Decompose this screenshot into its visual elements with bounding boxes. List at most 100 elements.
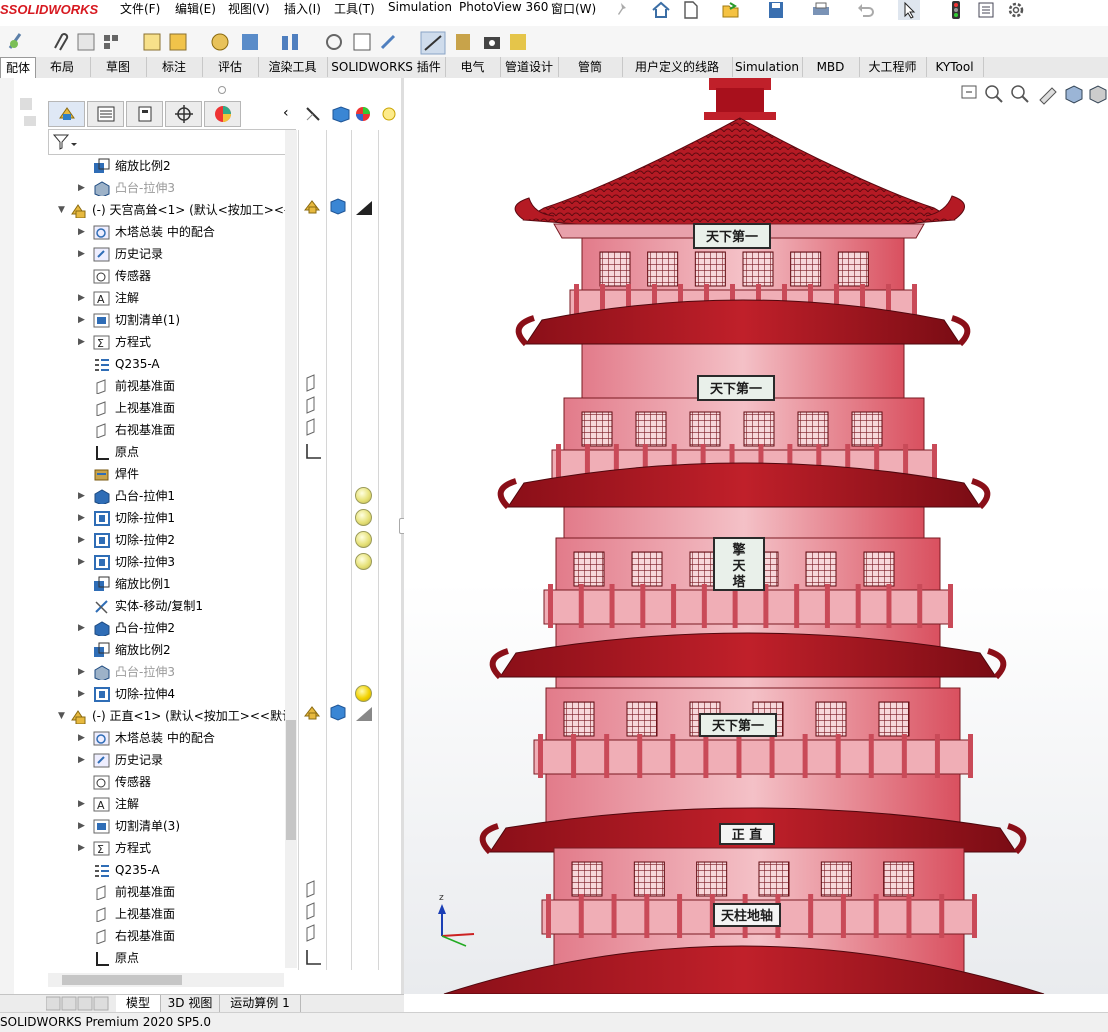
insert-component-icon[interactable] bbox=[242, 34, 258, 50]
view-orientation-icon[interactable] bbox=[1065, 85, 1083, 104]
select-cursor-icon[interactable] bbox=[898, 0, 920, 20]
appearance-bulb-icon[interactable] bbox=[355, 531, 372, 548]
tree-item[interactable]: 焊件 bbox=[48, 463, 284, 485]
scene-icon[interactable] bbox=[382, 107, 396, 121]
tree-item[interactable]: ▶ Σ 方程式 bbox=[48, 331, 284, 353]
expand-arrow-icon[interactable]: ▶ bbox=[78, 749, 85, 771]
pin-icon[interactable] bbox=[612, 0, 634, 20]
scrollbar-thumb[interactable] bbox=[62, 975, 182, 985]
appearance-triangle-icon[interactable] bbox=[356, 707, 372, 721]
expand-arrow-icon[interactable]: ▶ bbox=[78, 661, 85, 683]
tree-item[interactable]: ▶ 历史记录 bbox=[48, 749, 284, 771]
menu-item-0[interactable]: 文件(F) bbox=[120, 0, 160, 17]
tree-item[interactable]: ▶ 切除-拉伸4 bbox=[48, 683, 284, 705]
appearance-bulb-icon[interactable] bbox=[355, 685, 372, 702]
traffic-light-icon[interactable] bbox=[945, 0, 967, 20]
tree-item[interactable]: ▶ 切除-拉伸3 bbox=[48, 551, 284, 573]
tree-item[interactable]: 前视基准面 bbox=[48, 375, 284, 397]
tree-item[interactable]: ▶ A 注解 bbox=[48, 793, 284, 815]
tree-item[interactable]: 缩放比例2 bbox=[48, 155, 284, 177]
display-manager-tab[interactable] bbox=[204, 101, 241, 127]
expand-arrow-icon[interactable]: ▶ bbox=[78, 815, 85, 837]
dimxpert-tab[interactable] bbox=[165, 101, 202, 127]
tree-item[interactable]: 原点 bbox=[48, 947, 284, 969]
expand-arrow-icon[interactable]: ▶ bbox=[78, 309, 85, 331]
expand-arrow-icon[interactable]: ▶ bbox=[78, 177, 85, 199]
expand-arrow-icon[interactable]: ▶ bbox=[78, 331, 85, 353]
display-mode-icon[interactable] bbox=[332, 106, 350, 123]
tab-6[interactable]: SOLIDWORKS 插件 bbox=[327, 57, 446, 77]
tab-0[interactable]: 配体 bbox=[0, 57, 36, 78]
menu-item-3[interactable]: 插入(I) bbox=[284, 0, 321, 17]
print-icon[interactable] bbox=[810, 0, 832, 20]
save-icon[interactable] bbox=[765, 0, 787, 20]
expand-arrow-icon[interactable]: ▶ bbox=[78, 243, 85, 265]
menu-item-2[interactable]: 视图(V) bbox=[228, 0, 270, 17]
tab-1[interactable]: 布局 bbox=[34, 57, 91, 77]
display-style-icon[interactable] bbox=[1089, 85, 1107, 104]
expand-arrow-icon[interactable]: ▶ bbox=[78, 221, 85, 243]
tree-item[interactable]: ▶ 木塔总装 中的配合 bbox=[48, 727, 284, 749]
tree-item[interactable]: ▶ 凸台-拉伸2 bbox=[48, 617, 284, 639]
menu-item-5[interactable]: Simulation bbox=[388, 0, 452, 14]
collapse-arrow-icon[interactable]: ▼ bbox=[58, 705, 65, 727]
tab-12[interactable]: MBD bbox=[802, 57, 860, 77]
tab-8[interactable]: 管道设计 bbox=[500, 57, 559, 77]
expand-arrow-icon[interactable]: ▶ bbox=[78, 793, 85, 815]
tab-scroll-arrows[interactable] bbox=[46, 995, 116, 1012]
previous-view-icon[interactable] bbox=[1011, 85, 1029, 103]
properties-icon[interactable] bbox=[143, 33, 161, 51]
tree-item[interactable]: Q235-A bbox=[48, 353, 284, 375]
appearance-triangle-icon[interactable] bbox=[356, 201, 372, 215]
menu-item-1[interactable]: 编辑(E) bbox=[175, 0, 216, 17]
expand-arrow-icon[interactable]: ▶ bbox=[78, 485, 85, 507]
solidworks-logo[interactable]: SSOLIDWORKS bbox=[0, 2, 98, 17]
expand-arrow-icon[interactable]: ▶ bbox=[78, 617, 85, 639]
bottom-tab-0[interactable]: 模型 bbox=[116, 995, 161, 1012]
expand-arrow-icon[interactable]: ▶ bbox=[78, 287, 85, 309]
table-icon[interactable] bbox=[77, 33, 95, 51]
tree-item[interactable]: ▶ 切除-拉伸2 bbox=[48, 529, 284, 551]
tree-item[interactable]: 传感器 bbox=[48, 771, 284, 793]
configuration-manager-tab[interactable] bbox=[126, 101, 163, 127]
horizontal-scrollbar[interactable] bbox=[48, 973, 284, 987]
tab-4[interactable]: 评估 bbox=[202, 57, 259, 77]
explode-icon[interactable] bbox=[326, 34, 342, 50]
tree-item[interactable]: ▶ 木塔总装 中的配合 bbox=[48, 221, 284, 243]
measure-icon[interactable] bbox=[420, 31, 446, 55]
tab-9[interactable]: 管筒 bbox=[558, 57, 623, 77]
appearance-bulb-icon[interactable] bbox=[355, 487, 372, 504]
move-component-icon[interactable] bbox=[380, 34, 396, 50]
display-mode-icon[interactable] bbox=[330, 198, 346, 215]
tree-part-node[interactable]: ▼ (-) 天宫高耸<1> (默认<按加工><- bbox=[48, 199, 288, 221]
view-triad[interactable]: z bbox=[438, 893, 475, 947]
bottom-tab-1[interactable]: 3D 视图 bbox=[161, 995, 220, 1012]
appearance-bulb-icon[interactable] bbox=[355, 509, 372, 526]
bom-icon[interactable] bbox=[353, 33, 371, 51]
expand-arrow-icon[interactable]: ▶ bbox=[78, 507, 85, 529]
tree-item[interactable]: 缩放比例1 bbox=[48, 573, 284, 595]
zoom-to-fit-icon[interactable] bbox=[961, 85, 977, 99]
tree-item[interactable]: ▶ Σ 方程式 bbox=[48, 837, 284, 859]
panel-grip-icon[interactable] bbox=[218, 86, 226, 94]
tree-filter-box[interactable] bbox=[48, 129, 296, 155]
tree-item[interactable]: ▶ 凸台-拉伸1 bbox=[48, 485, 284, 507]
expand-arrow-icon[interactable]: ▶ bbox=[78, 727, 85, 749]
tree-item[interactable]: 实体-移动/复制1 bbox=[48, 595, 284, 617]
tree-item[interactable]: ▶ A 注解 bbox=[48, 287, 284, 309]
tab-7[interactable]: 电气 bbox=[445, 57, 501, 77]
section-view-icon[interactable] bbox=[1039, 87, 1057, 105]
tree-item[interactable]: 缩放比例2 bbox=[48, 639, 284, 661]
tree-item[interactable]: Q235-A bbox=[48, 859, 284, 881]
property-manager-tab[interactable] bbox=[87, 101, 124, 127]
tree-item[interactable]: 上视基准面 bbox=[48, 903, 284, 925]
tree-item[interactable]: ▶ 凸台-拉伸3 bbox=[48, 177, 284, 199]
expand-arrow-icon[interactable]: ▶ bbox=[78, 683, 85, 705]
tree-item[interactable]: ▶ 切除-拉伸1 bbox=[48, 507, 284, 529]
expand-arrow-icon[interactable]: ▶ bbox=[78, 529, 85, 551]
scrollbar-thumb[interactable] bbox=[286, 720, 296, 840]
component-icon[interactable] bbox=[211, 33, 229, 51]
home-icon[interactable] bbox=[650, 0, 672, 20]
graphics-area[interactable]: 天下第一 天下第一 擎 天 塔 天下第一 正 直 天柱地轴 z bbox=[404, 78, 1108, 994]
tree-item[interactable]: ▶ 切割清单(3) bbox=[48, 815, 284, 837]
